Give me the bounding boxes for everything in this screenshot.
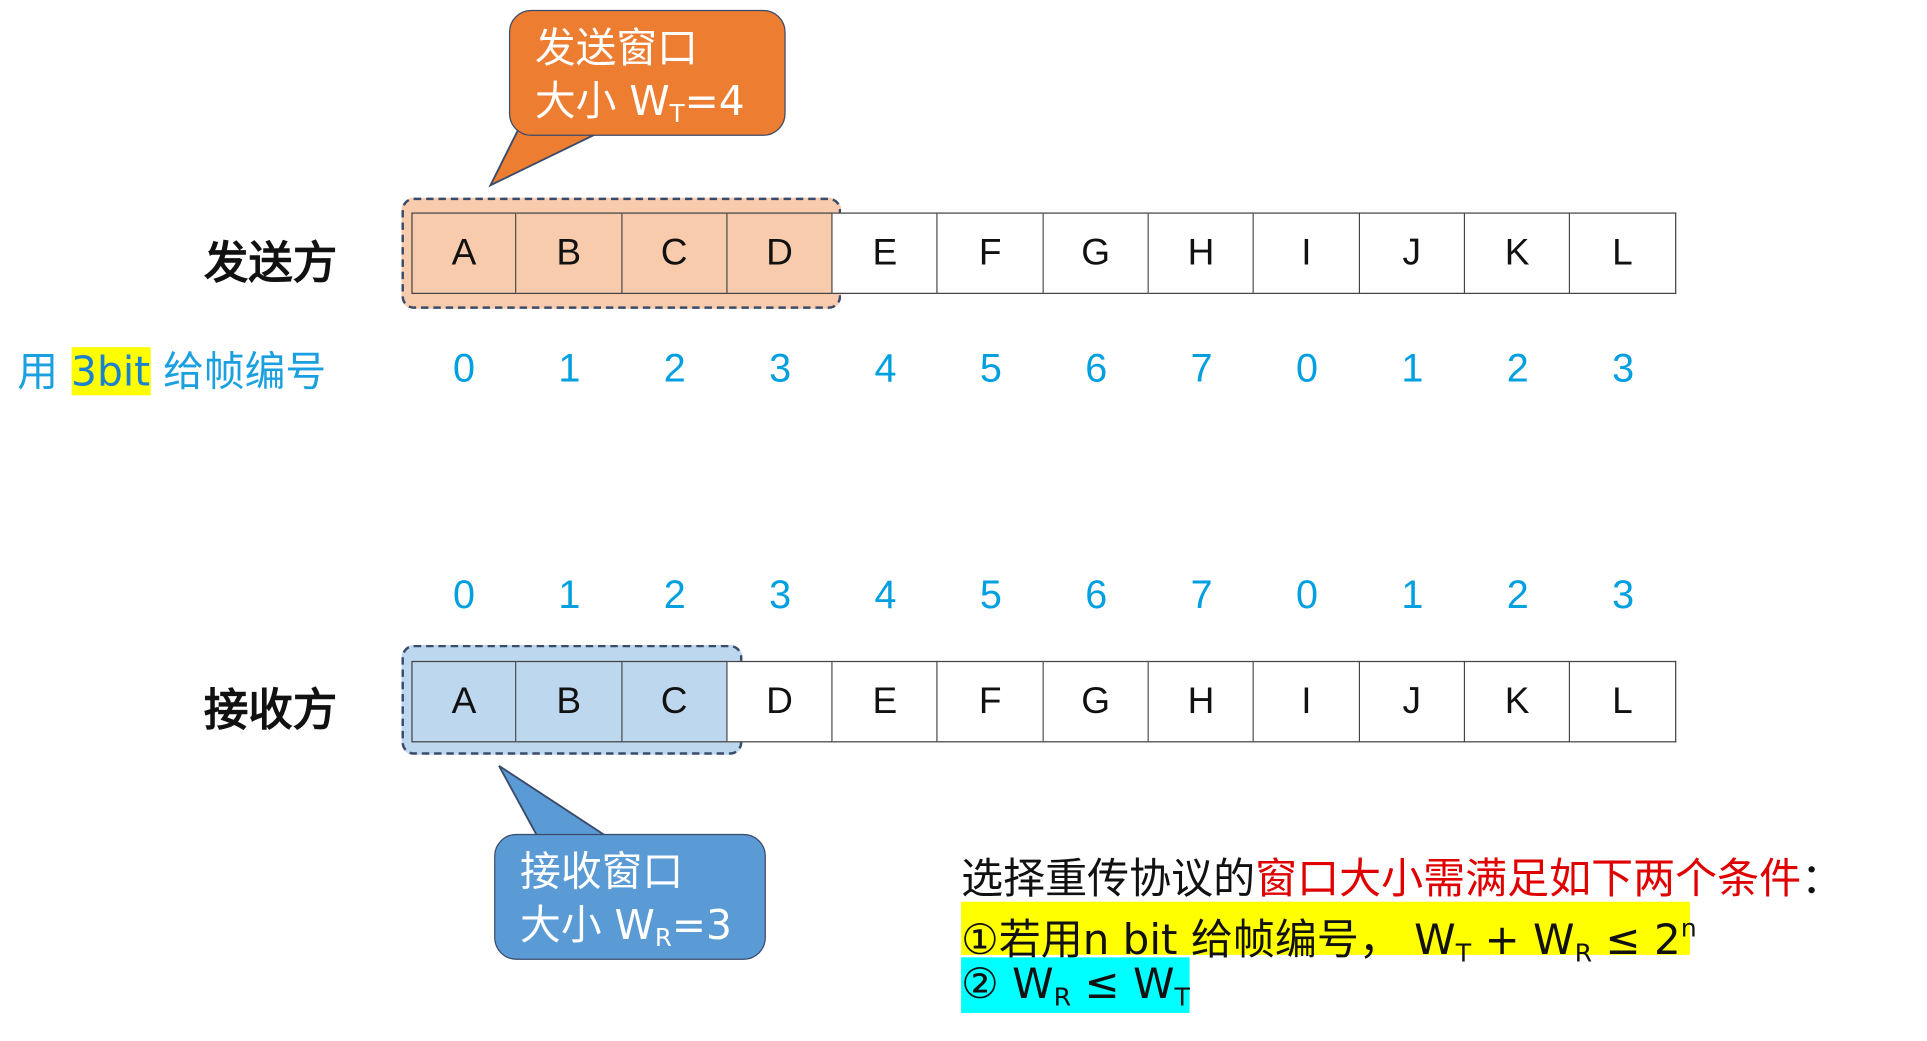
condition-1: ①若用n bit 给帧编号， WT + WR ≤ 2n (961, 901, 1697, 968)
cond-text: ≤ W (1071, 959, 1175, 1010)
intro-colon: ： (1801, 854, 1844, 905)
cond-text: + W (1471, 915, 1575, 966)
seq-number: 6 (1085, 345, 1108, 391)
cond-text: ② W (961, 959, 1054, 1010)
superscript: n (1680, 912, 1697, 943)
receiver-window-bubble: 接收窗口 大小 WR=3 (494, 833, 766, 960)
seq-number: 7 (1190, 345, 1213, 391)
frame-cell: B (516, 212, 623, 295)
seq-number: 1 (1401, 345, 1424, 391)
frame-cell: A (411, 660, 517, 743)
frame-cell: F (938, 660, 1044, 743)
seq-number: 3 (1612, 571, 1635, 617)
bubble-line2: 大小 WT=4 (535, 74, 760, 141)
sender-frames: ABCDEFGHIJKL (411, 212, 1676, 295)
seq-number: 1 (558, 345, 581, 391)
seq-number: 5 (979, 571, 1002, 617)
frame-cell: C (622, 212, 728, 295)
seq-number: 6 (1085, 571, 1108, 617)
frame-cell: G (1043, 212, 1149, 295)
receiver-frames: ABCDEFGHIJKL (411, 660, 1676, 743)
seq-number: 0 (1295, 345, 1318, 391)
label-text: 给帧编号 (150, 347, 327, 396)
subscript: T (669, 99, 685, 129)
bubble-line2: 大小 WR=3 (520, 898, 740, 965)
seq-number: 1 (1401, 571, 1424, 617)
seq-number: 0 (453, 571, 476, 617)
bubble-line1: 发送窗口 (534, 23, 698, 72)
seq-number: 3 (769, 571, 792, 617)
frame-cell: I (1254, 660, 1360, 743)
seq-number: 0 (453, 345, 476, 391)
frame-cell: B (516, 660, 623, 743)
subscript: R (1574, 938, 1593, 968)
sender-seq-numbers: 0 1 2 3 4 5 6 7 0 1 2 3 (411, 346, 1675, 392)
frame-cell: J (1359, 660, 1466, 743)
seq-number: 5 (979, 345, 1002, 391)
seq-number: 2 (1506, 571, 1529, 617)
seq-number: 0 (1295, 571, 1318, 617)
seq-number: 1 (558, 571, 581, 617)
conditions-intro: 选择重传协议的窗口大小需满足如下两个条件： (961, 845, 1843, 906)
seq-number: 7 (1190, 571, 1213, 617)
numbering-label: 用 3bit 给帧编号 (17, 338, 326, 397)
seq-number: 2 (663, 345, 686, 391)
bubble-text: 大小 W (520, 900, 655, 949)
frame-cell: F (938, 212, 1044, 295)
frame-cell: K (1465, 212, 1571, 295)
sender-label: 发送方 (203, 238, 338, 290)
frame-cell: G (1043, 660, 1149, 743)
subscript: T (1455, 938, 1472, 968)
seq-number: 4 (874, 345, 897, 391)
cond-text: ≤ 2 (1592, 915, 1681, 966)
seq-number: 2 (1506, 345, 1529, 391)
subscript: T (1174, 982, 1190, 1012)
frame-cell: C (622, 660, 728, 743)
frame-cell: D (727, 212, 833, 295)
intro-text: 选择重传协议的 (961, 854, 1256, 905)
receiver-seq-numbers: 0 1 2 3 4 5 6 7 0 1 2 3 (411, 572, 1675, 618)
frame-cell: L (1570, 660, 1676, 743)
frame-cell: D (727, 660, 833, 743)
condition-2: ② WR ≤ WT (961, 957, 1190, 1013)
label-text: 用 (17, 347, 72, 396)
frame-cell: A (411, 212, 517, 295)
slide: 发送窗口 大小 WT=4 发送方 ABCDEFGHIJKL 用 3bit 给帧编… (0, 0, 1927, 1041)
bubble-text: 大小 W (534, 76, 670, 125)
frame-cell: E (832, 660, 939, 743)
bubble-text: =3 (671, 900, 732, 949)
frame-cell: H (1148, 660, 1255, 743)
seq-number: 4 (874, 571, 897, 617)
intro-emphasis: 窗口大小需满足如下两个条件 (1255, 854, 1802, 905)
highlight-3bit: 3bit (71, 347, 151, 396)
frame-cell: K (1465, 660, 1571, 743)
subscript: R (1053, 982, 1072, 1012)
bubble-text: =4 (684, 76, 745, 125)
frame-cell: H (1148, 212, 1255, 295)
frame-cell: E (832, 212, 939, 295)
receiver-label: 接收方 (203, 685, 338, 737)
subscript: R (654, 923, 672, 953)
seq-number: 3 (1612, 345, 1635, 391)
frame-cell: J (1359, 212, 1466, 295)
seq-number: 2 (663, 571, 686, 617)
seq-number: 3 (769, 345, 792, 391)
frame-cell: I (1254, 212, 1360, 295)
frame-cell: L (1570, 212, 1676, 295)
bubble-line1: 接收窗口 (520, 847, 684, 896)
sender-window-bubble: 发送窗口 大小 WT=4 (508, 9, 786, 136)
